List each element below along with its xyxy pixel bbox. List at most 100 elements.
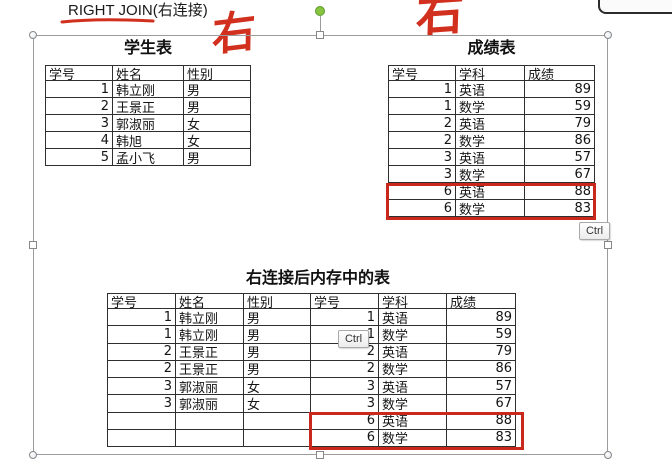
student-id-cell: 3 xyxy=(389,166,456,183)
gender-cell: 男 xyxy=(244,326,311,344)
gender-cell: 男 xyxy=(244,343,311,361)
score-table-title: 成绩表 xyxy=(467,38,516,57)
student-id-cell: 4 xyxy=(46,132,113,149)
student-name-cell xyxy=(176,412,244,430)
score-student-id-cell: 2 xyxy=(311,360,379,378)
score-cell: 79 xyxy=(447,343,516,361)
paste-options-button[interactable]: Ctrl xyxy=(338,330,369,348)
subject-cell: 英语 xyxy=(379,378,447,396)
student-id-cell: 1 xyxy=(389,98,456,115)
student-id-cell: 2 xyxy=(108,360,176,378)
subject-cell: 数学 xyxy=(456,166,525,183)
gender-cell: 男 xyxy=(184,81,251,98)
gender-cell xyxy=(244,412,311,430)
ink-underline xyxy=(60,18,155,24)
highlight-box xyxy=(386,183,596,220)
gender-cell: 男 xyxy=(244,360,311,378)
student-name-cell: 韩立刚 xyxy=(113,81,184,98)
student-name-cell xyxy=(176,429,244,447)
highlight-box xyxy=(309,412,524,450)
resize-handle-right[interactable] xyxy=(604,241,612,249)
student-id-cell: 2 xyxy=(46,98,113,115)
score-cell: 57 xyxy=(525,149,595,166)
student-name-cell: 郭淑丽 xyxy=(113,115,184,132)
resize-handle-bottom-left[interactable] xyxy=(29,451,37,459)
resize-handle-top-right[interactable] xyxy=(604,31,612,39)
column-header: 姓名 xyxy=(113,66,184,81)
column-header: 学号 xyxy=(108,294,176,309)
resize-handle-bottom-right[interactable] xyxy=(604,451,612,459)
student-id-cell: 1 xyxy=(46,81,113,98)
student-id-cell xyxy=(108,412,176,430)
gender-cell: 男 xyxy=(184,98,251,115)
subject-cell: 英语 xyxy=(456,149,525,166)
gender-cell: 女 xyxy=(244,395,311,413)
student-name-cell: 韩旭 xyxy=(113,132,184,149)
score-cell: 67 xyxy=(447,395,516,413)
score-student-id-cell: 3 xyxy=(311,378,379,396)
student-name-cell: 郭淑丽 xyxy=(176,395,244,413)
student-id-cell: 3 xyxy=(108,395,176,413)
student-name-cell: 孟小飞 xyxy=(113,149,184,166)
subject-cell: 英语 xyxy=(456,115,525,132)
subject-cell: 数学 xyxy=(379,326,447,344)
student-name-cell: 韩立刚 xyxy=(176,309,244,327)
gender-cell: 女 xyxy=(184,115,251,132)
score-student-id-cell: 1 xyxy=(311,309,379,327)
score-cell: 86 xyxy=(525,132,595,149)
column-header: 成绩 xyxy=(447,294,516,309)
column-header: 学号 xyxy=(311,294,379,309)
resize-handle-bottom[interactable] xyxy=(316,451,324,459)
score-cell: 89 xyxy=(525,81,595,98)
subject-cell: 英语 xyxy=(379,309,447,327)
student-table[interactable]: 学号 姓名 性别 1 韩立刚男 2 王景正男 3 郭淑丽女 4 韩旭女 5 孟小飞男 xyxy=(45,65,251,166)
student-id-cell: 2 xyxy=(108,343,176,361)
column-header: 学科 xyxy=(379,294,447,309)
resize-handle-top-left[interactable] xyxy=(29,31,37,39)
slide-canvas: RIGHT JOIN(右连接) 右 右 学生表 学号 姓名 性别 1 韩立刚男 2 王景正男… xyxy=(0,0,672,462)
ink-annotation: 右 xyxy=(415,0,465,44)
gender-cell: 女 xyxy=(184,132,251,149)
score-cell: 59 xyxy=(525,98,595,115)
student-id-cell: 3 xyxy=(46,115,113,132)
column-header: 性别 xyxy=(184,66,251,81)
gender-cell: 女 xyxy=(244,378,311,396)
student-id-cell xyxy=(108,429,176,447)
column-header: 性别 xyxy=(244,294,311,309)
subject-cell: 英语 xyxy=(379,343,447,361)
student-name-cell: 王景正 xyxy=(176,360,244,378)
subject-cell: 英语 xyxy=(456,81,525,98)
subject-cell: 数学 xyxy=(456,132,525,149)
resize-handle-left[interactable] xyxy=(29,241,37,249)
subject-cell: 数学 xyxy=(379,360,447,378)
gender-cell: 男 xyxy=(244,309,311,327)
student-id-cell: 1 xyxy=(389,81,456,98)
gender-cell: 男 xyxy=(184,149,251,166)
column-header: 学科 xyxy=(456,66,525,81)
student-id-cell: 3 xyxy=(389,149,456,166)
student-id-cell: 1 xyxy=(108,309,176,327)
column-header: 姓名 xyxy=(176,294,244,309)
score-cell: 79 xyxy=(525,115,595,132)
subject-cell: 数学 xyxy=(456,98,525,115)
student-id-cell: 2 xyxy=(389,132,456,149)
score-cell: 59 xyxy=(447,326,516,344)
student-name-cell: 韩立刚 xyxy=(176,326,244,344)
score-student-id-cell: 3 xyxy=(311,395,379,413)
score-cell: 57 xyxy=(447,378,516,396)
column-header: 学号 xyxy=(389,66,456,81)
student-name-cell: 王景正 xyxy=(113,98,184,115)
student-id-cell: 2 xyxy=(389,115,456,132)
rotate-handle[interactable] xyxy=(315,6,325,16)
student-id-cell: 1 xyxy=(108,326,176,344)
paste-options-button[interactable]: Ctrl xyxy=(579,222,610,240)
score-cell: 67 xyxy=(525,166,595,183)
score-cell: 89 xyxy=(447,309,516,327)
student-name-cell: 王景正 xyxy=(176,343,244,361)
resize-handle-top[interactable] xyxy=(316,31,324,39)
column-header: 学号 xyxy=(46,66,113,81)
score-cell: 86 xyxy=(447,360,516,378)
student-table-title: 学生表 xyxy=(123,38,172,57)
column-header: 成绩 xyxy=(525,66,595,81)
subject-cell: 数学 xyxy=(379,395,447,413)
